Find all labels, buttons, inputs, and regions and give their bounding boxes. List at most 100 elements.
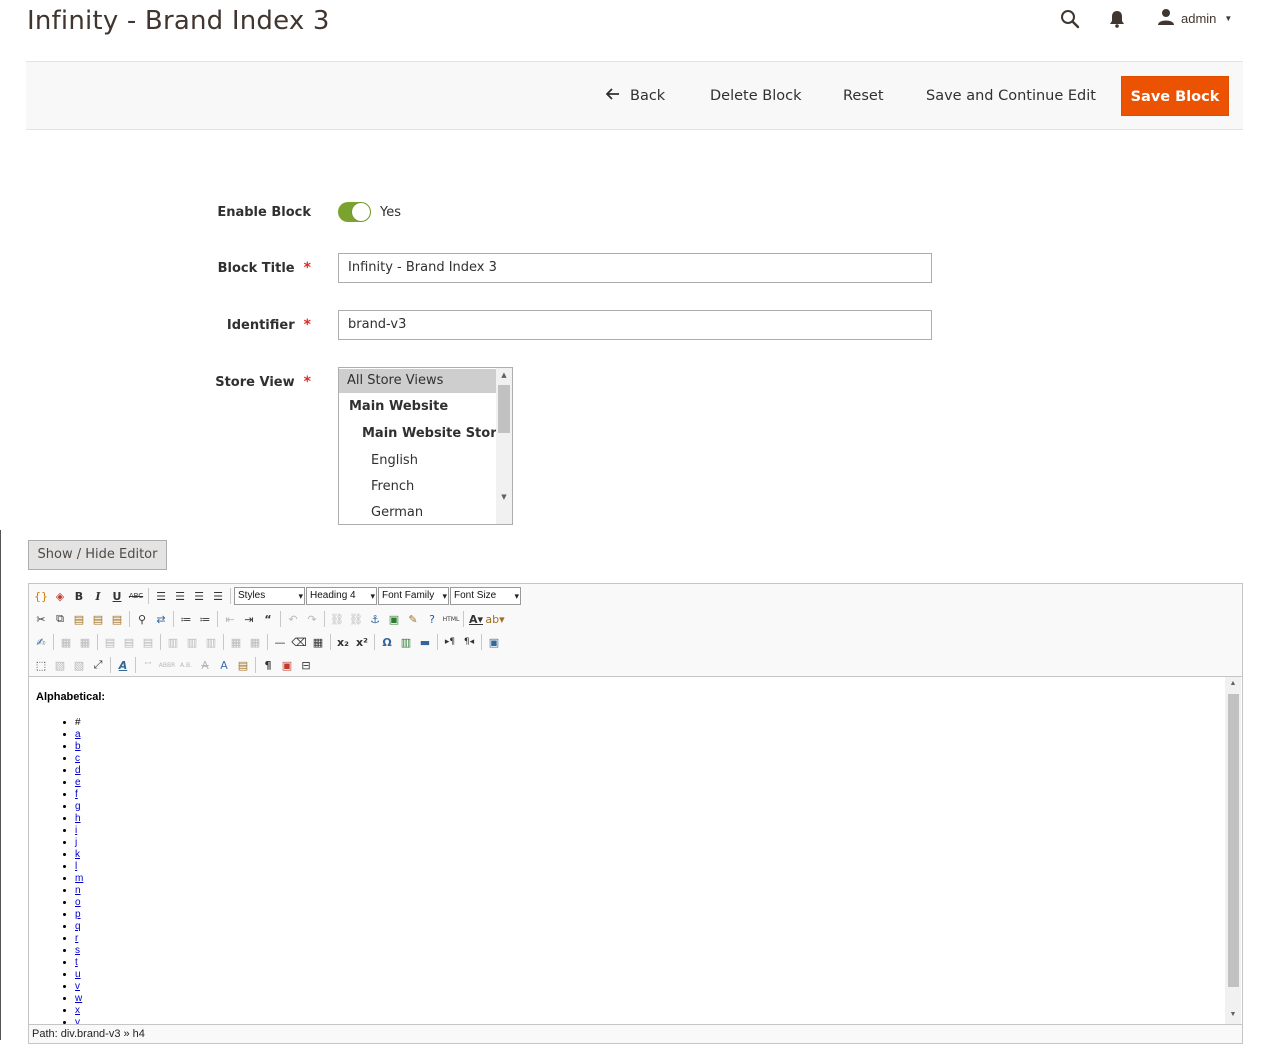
help-icon[interactable]: ? [423, 610, 441, 628]
letter-link[interactable]: t [75, 957, 78, 968]
store-option-all[interactable]: All Store Views [339, 369, 504, 393]
unlink-icon[interactable]: ⛓ [347, 610, 365, 628]
letter-link[interactable]: j [75, 837, 77, 848]
letter-link[interactable]: d [75, 765, 81, 776]
table-row-props-icon[interactable]: ▦ [57, 633, 75, 651]
numbered-list-icon[interactable]: ≔ [196, 610, 214, 628]
letter-link[interactable]: b [75, 741, 81, 752]
letter-link[interactable]: e [75, 777, 81, 788]
copy-icon[interactable]: ⧉ [51, 610, 69, 628]
enable-block-toggle[interactable] [338, 202, 371, 222]
save-and-continue-button[interactable]: Save and Continue Edit [926, 76, 1096, 116]
insert-col-after-icon[interactable]: ▥ [183, 633, 201, 651]
letter-link[interactable]: r [75, 933, 78, 944]
paste-icon[interactable]: ▤ [70, 610, 88, 628]
outdent-icon[interactable]: ⇤ [221, 610, 239, 628]
table-cell-props-icon[interactable]: ▦ [76, 633, 94, 651]
italic-icon[interactable]: I [89, 587, 107, 605]
horizontal-rule-icon[interactable]: — [271, 633, 289, 651]
letter-link[interactable]: y [75, 1017, 80, 1024]
styles-select[interactable]: Styles [234, 587, 305, 605]
admin-menu[interactable]: admin ▼ [1157, 8, 1232, 29]
replace-icon[interactable]: ⇄ [152, 610, 170, 628]
save-block-button[interactable]: Save Block [1121, 76, 1229, 116]
font-family-select[interactable]: Font Family [378, 587, 449, 605]
letter-link[interactable]: i [75, 825, 77, 836]
insert-variable-icon[interactable]: {} [32, 587, 50, 605]
style-props-icon[interactable]: A [114, 656, 132, 674]
align-right-icon[interactable]: ☰ [190, 587, 208, 605]
split-cells-icon[interactable]: ▦ [227, 633, 245, 651]
delete-block-button[interactable]: Delete Block [710, 76, 801, 116]
acronym-icon[interactable]: A.B. [177, 656, 195, 674]
move-forward-icon[interactable]: ▧ [51, 656, 69, 674]
delete-col-icon[interactable]: ▥ [202, 633, 220, 651]
letter-link[interactable]: w [75, 993, 82, 1004]
cite-icon[interactable]: “” [139, 656, 157, 674]
letter-link[interactable]: k [75, 849, 80, 860]
letter-link[interactable]: o [75, 897, 81, 908]
letter-link[interactable]: m [75, 873, 83, 884]
store-view-scrollbar[interactable]: ▲ ▼ [496, 368, 512, 524]
media-icon[interactable]: ▥ [397, 633, 415, 651]
letter-link[interactable]: l [75, 861, 77, 872]
scrollbar-thumb[interactable] [1228, 694, 1239, 987]
image-icon[interactable]: ▣ [385, 610, 403, 628]
delete-row-icon[interactable]: ▤ [139, 633, 157, 651]
fullscreen-icon[interactable]: ▣ [485, 633, 503, 651]
align-justify-icon[interactable]: ☰ [209, 587, 227, 605]
show-blocks-icon[interactable]: ¶ [259, 656, 277, 674]
scrollbar-thumb[interactable] [498, 385, 510, 433]
cut-icon[interactable]: ✂ [32, 610, 50, 628]
letter-link[interactable]: g [75, 801, 81, 812]
ltr-icon[interactable]: ▸¶ [441, 633, 459, 651]
reset-button[interactable]: Reset [843, 76, 884, 116]
store-option-store[interactable]: Main Website Store [339, 422, 512, 446]
letter-link[interactable]: c [75, 753, 80, 764]
editor-scrollbar[interactable]: ▲ ▼ [1225, 677, 1241, 1024]
remove-format-icon[interactable]: ⌫ [290, 633, 308, 651]
paste-text-icon[interactable]: ▤ [89, 610, 107, 628]
link-icon[interactable]: ⛓ [328, 610, 346, 628]
font-size-select[interactable]: Font Size [450, 587, 521, 605]
letter-link[interactable]: q [75, 921, 81, 932]
undo-icon[interactable]: ↶ [284, 610, 302, 628]
cleanup-icon[interactable]: ✎ [404, 610, 422, 628]
paste-word-icon[interactable]: ▤ [108, 610, 126, 628]
show-hide-editor-button[interactable]: Show / Hide Editor [28, 540, 167, 570]
edit-icon[interactable]: ✍ [32, 633, 50, 651]
delete-text-icon[interactable]: A [196, 656, 214, 674]
visual-aid-icon[interactable]: ▦ [309, 633, 327, 651]
align-center-icon[interactable]: ☰ [171, 587, 189, 605]
back-button[interactable]: Back [605, 76, 665, 116]
letter-link[interactable]: a [75, 729, 81, 740]
letter-link[interactable]: s [75, 945, 80, 956]
strikethrough-icon[interactable]: ABC [127, 587, 145, 605]
store-option-english[interactable]: English [339, 449, 512, 473]
subscript-icon[interactable]: x₂ [334, 633, 352, 651]
page-break-icon[interactable]: ⊟ [297, 656, 315, 674]
redo-icon[interactable]: ↷ [303, 610, 321, 628]
letter-link[interactable]: f [75, 789, 78, 800]
advanced-hr-icon[interactable]: ▬ [416, 633, 434, 651]
underline-icon[interactable]: U [108, 587, 126, 605]
template-icon[interactable]: ▣ [278, 656, 296, 674]
superscript-icon[interactable]: x² [353, 633, 371, 651]
indent-icon[interactable]: ⇥ [240, 610, 258, 628]
scroll-up-icon[interactable]: ▲ [1225, 677, 1241, 691]
insert-widget-icon[interactable]: ◈ [51, 587, 69, 605]
text-color-icon[interactable]: A▾ [467, 610, 485, 628]
identifier-input[interactable]: brand-v3 [338, 310, 932, 340]
store-option-french[interactable]: French [339, 475, 512, 499]
scroll-down-icon[interactable]: ▼ [496, 490, 512, 504]
scroll-up-icon[interactable]: ▲ [496, 368, 512, 382]
store-view-multiselect[interactable]: All Store Views Main Website Main Websit… [338, 367, 513, 525]
letter-link[interactable]: u [75, 969, 81, 980]
background-color-icon[interactable]: ab▾ [485, 610, 504, 628]
absolute-position-icon[interactable]: ⤢ [89, 656, 107, 674]
insert-col-before-icon[interactable]: ▥ [164, 633, 182, 651]
attributes-icon[interactable]: ▤ [234, 656, 252, 674]
insert-row-before-icon[interactable]: ▤ [101, 633, 119, 651]
format-select[interactable]: Heading 4 [306, 587, 377, 605]
bullet-list-icon[interactable]: ≔ [177, 610, 195, 628]
